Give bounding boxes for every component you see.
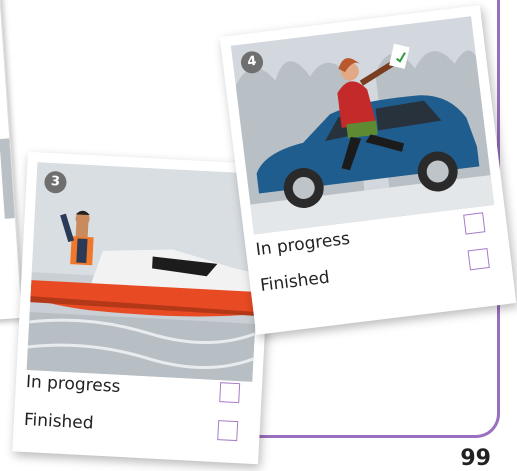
finished-checkbox[interactable] <box>467 248 490 271</box>
finished-label: Finished <box>23 409 95 434</box>
finished-label: Finished <box>259 267 331 296</box>
activity-card-3: 3 In progress Finished <box>12 151 274 465</box>
page-number: 99 <box>460 446 491 471</box>
partial-card-photo-edge <box>0 138 15 219</box>
activity-card-4: 4 In progress Finished <box>219 5 517 335</box>
car-illustration: 4 <box>230 16 495 235</box>
in-progress-checkbox[interactable] <box>463 212 486 235</box>
in-progress-checkbox[interactable] <box>219 382 241 404</box>
finished-checkbox[interactable] <box>217 420 239 442</box>
partial-card-left <box>0 0 23 322</box>
in-progress-label: In progress <box>25 371 121 397</box>
status-row-finished: Finished <box>13 403 260 450</box>
boat-illustration: 3 <box>26 162 264 382</box>
in-progress-label: In progress <box>254 228 352 261</box>
